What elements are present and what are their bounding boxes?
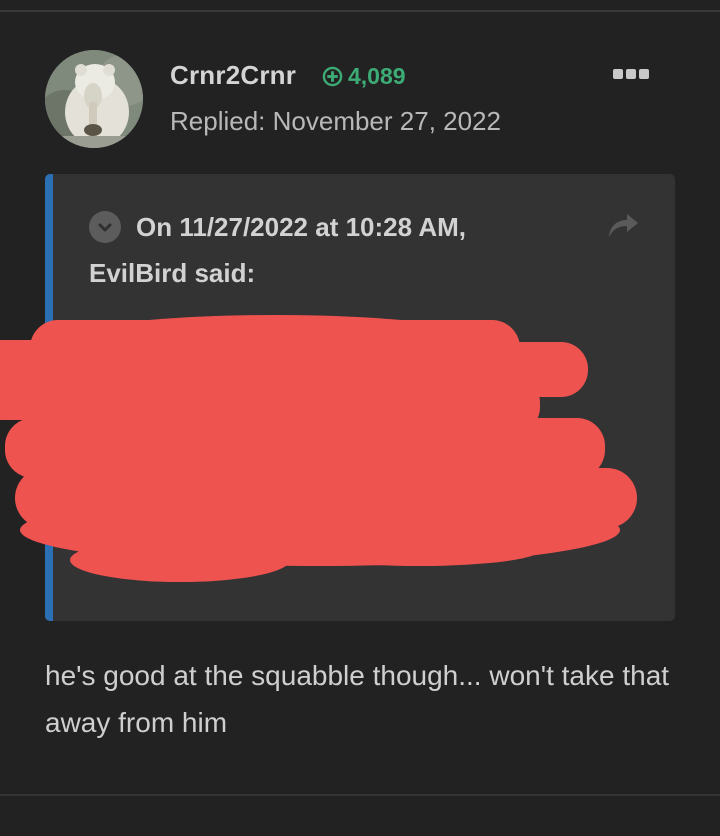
polar-bear-avatar-icon — [45, 50, 143, 148]
reply-date: Replied: November 27, 2022 — [170, 106, 501, 136]
share-arrow-icon[interactable] — [605, 210, 641, 240]
quote-accent-bar — [45, 174, 53, 621]
post-body-text: he's good at the squabble though... won'… — [45, 660, 670, 738]
plus-circle-icon — [322, 66, 343, 86]
top-divider — [0, 10, 720, 12]
more-options-icon — [639, 69, 649, 79]
quote-citation[interactable]: On 11/27/2022 at 10:28 AM, — [136, 204, 466, 250]
quote-header: On 11/27/2022 at 10:28 AM, EvilBird said… — [89, 204, 466, 296]
reputation-badge[interactable]: 4,089 — [322, 62, 406, 90]
reputation-count: 4,089 — [348, 62, 406, 89]
chevron-down-circle-icon[interactable] — [89, 211, 121, 243]
more-options-icon — [626, 69, 636, 79]
more-options-button[interactable] — [610, 64, 652, 84]
post-container: Crnr2Crnr 4,089 Replied: November 27, 20… — [0, 0, 720, 836]
avatar[interactable] — [45, 50, 143, 148]
bottom-divider — [0, 794, 720, 796]
quote-author: EvilBird said: — [89, 258, 256, 288]
more-options-icon — [613, 69, 623, 79]
author-name[interactable]: Crnr2Crnr — [170, 60, 296, 91]
